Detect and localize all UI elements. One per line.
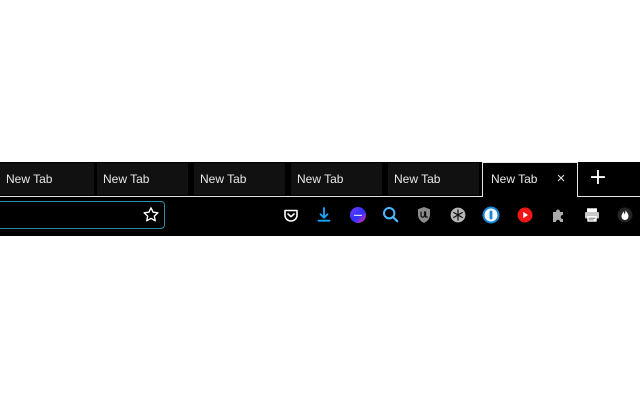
snowflake-extension-icon[interactable] (448, 205, 468, 225)
screen-viewport: New Tab New Tab New Tab New Tab New Tab … (0, 0, 640, 400)
address-bar[interactable] (0, 201, 165, 229)
tab-label: New Tab (297, 172, 344, 186)
tab-label: New Tab (6, 172, 53, 186)
password-manager-icon[interactable] (481, 205, 501, 225)
tab-new-tab-5[interactable]: New Tab (388, 163, 479, 195)
tab-label: New Tab (491, 172, 538, 186)
bookmark-star-icon[interactable] (142, 206, 160, 224)
close-tab-icon[interactable]: × (554, 163, 568, 195)
tab-new-tab-1[interactable]: New Tab (0, 163, 94, 195)
new-tab-button[interactable]: + (584, 165, 612, 193)
browser-chrome: New Tab New Tab New Tab New Tab New Tab … (0, 162, 640, 236)
ublock-origin-icon[interactable] (414, 205, 434, 225)
youtube-icon[interactable] (515, 205, 535, 225)
tab-label: New Tab (103, 172, 150, 186)
download-icon[interactable] (314, 205, 334, 225)
circle-extension-icon[interactable] (348, 205, 368, 225)
search-icon[interactable] (381, 205, 401, 225)
fire-icon[interactable] (615, 205, 635, 225)
extensions-puzzle-icon[interactable] (548, 205, 568, 225)
tab-new-tab-4[interactable]: New Tab (291, 163, 382, 195)
tab-active-new-tab[interactable]: New Tab × (482, 162, 578, 197)
tab-bar: New Tab New Tab New Tab New Tab New Tab … (0, 162, 640, 197)
pocket-icon[interactable] (281, 205, 301, 225)
printer-icon[interactable] (582, 205, 602, 225)
tab-label: New Tab (200, 172, 247, 186)
tab-new-tab-3[interactable]: New Tab (194, 163, 285, 195)
tab-label: New Tab (394, 172, 441, 186)
tab-new-tab-2[interactable]: New Tab (97, 163, 188, 195)
navigation-toolbar (0, 197, 640, 236)
